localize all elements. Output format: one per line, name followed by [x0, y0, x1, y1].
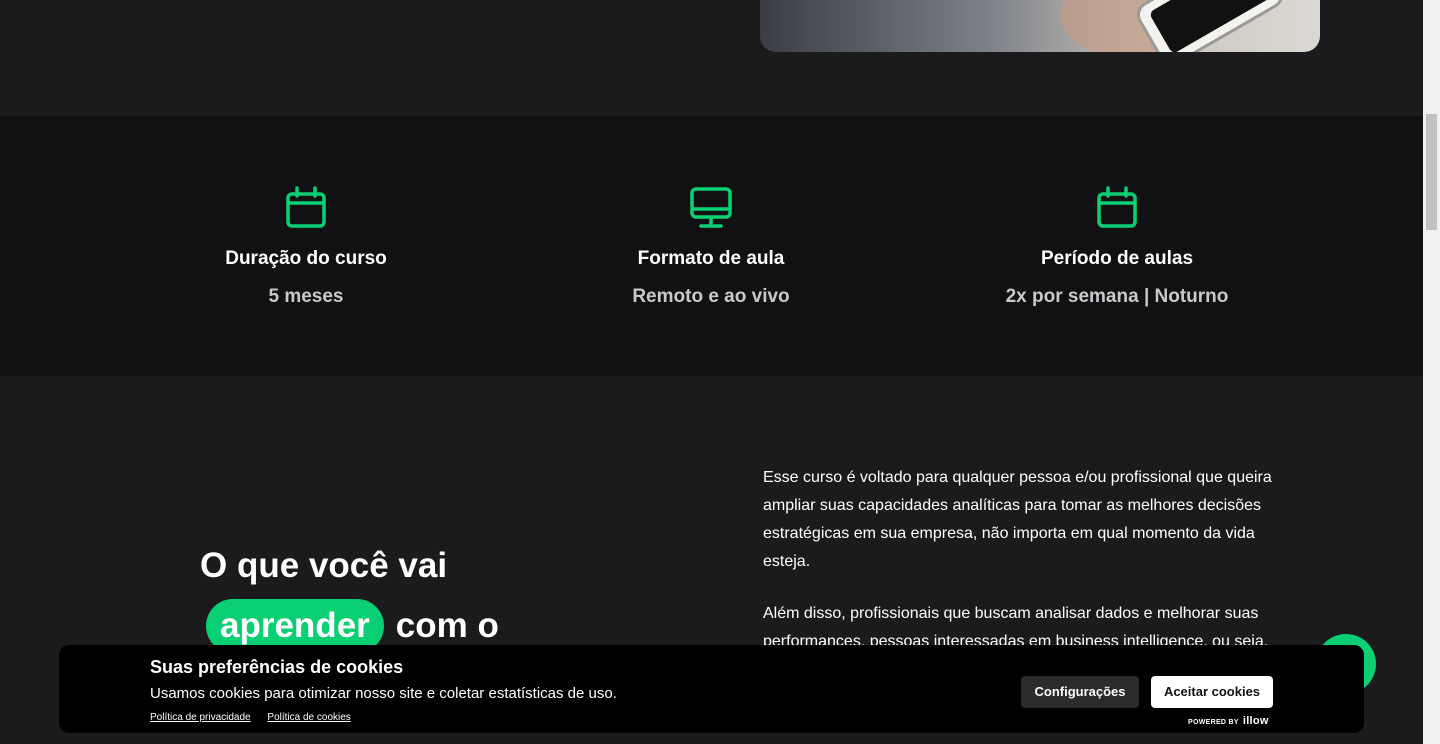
cookie-policy-link[interactable]: Política de cookies	[267, 712, 350, 723]
cookie-description: Usamos cookies para otimizar nosso site …	[150, 685, 617, 702]
page-scrollbar[interactable]	[1423, 0, 1440, 744]
cookie-links: Política de privacidade Política de cook…	[150, 712, 365, 723]
course-info-band: Duração do curso 5 meses Formato de aula…	[0, 116, 1423, 376]
hero-image	[760, 0, 1320, 52]
cookie-settings-button[interactable]: Configurações	[1021, 676, 1139, 708]
section-heading: O que você vai aprender com o	[200, 536, 499, 656]
cookie-banner: Suas preferências de cookies Usamos cook…	[59, 645, 1364, 733]
cookie-title: Suas preferências de cookies	[150, 657, 404, 677]
info-value: 5 meses	[268, 286, 344, 307]
illow-logo: illow	[1242, 715, 1269, 727]
calendar-icon	[1097, 186, 1137, 228]
info-title: Formato de aula	[637, 248, 785, 269]
powered-by: POWERED BY illow	[1188, 715, 1269, 727]
info-title: Período de aulas	[1040, 248, 1194, 269]
info-item-period: Período de aulas 2x por semana | Noturno	[917, 186, 1317, 308]
info-value: Remoto e ao vivo	[632, 286, 790, 307]
info-item-format: Formato de aula Remoto e ao vivo	[511, 186, 911, 308]
calendar-icon	[286, 186, 326, 228]
monitor-icon	[690, 187, 732, 228]
description-paragraph: Esse curso é voltado para qualquer pesso…	[763, 469, 1272, 570]
powered-label: POWERED BY	[1188, 719, 1239, 726]
info-item-duration: Duração do curso 5 meses	[106, 186, 506, 308]
accept-cookies-button[interactable]: Aceitar cookies	[1151, 676, 1273, 708]
heading-line: O que você vai	[200, 546, 448, 585]
privacy-policy-link[interactable]: Política de privacidade	[150, 712, 251, 723]
scrollbar-thumb[interactable]	[1426, 114, 1437, 230]
hero-section	[0, 0, 1423, 116]
heading-rest: com o	[395, 606, 499, 645]
phone-illustration	[1131, 0, 1289, 52]
info-value: 2x por semana | Noturno	[1005, 286, 1229, 307]
info-title: Duração do curso	[225, 248, 387, 269]
